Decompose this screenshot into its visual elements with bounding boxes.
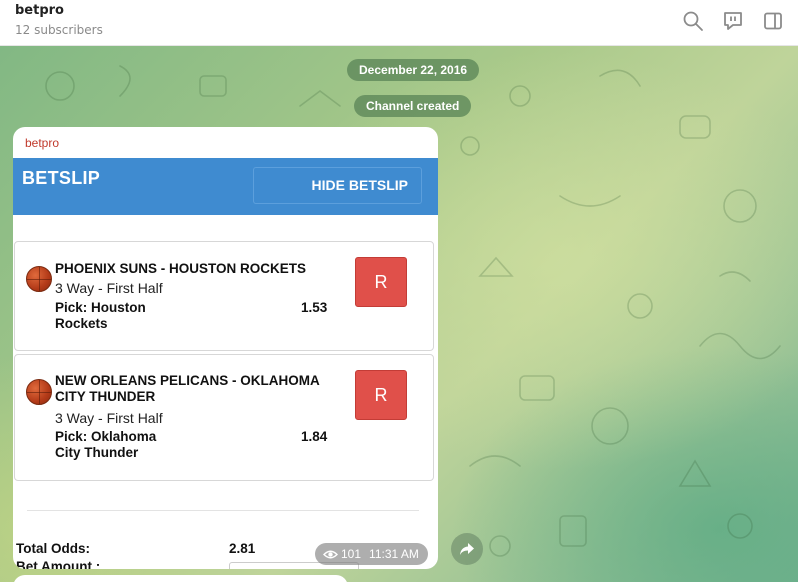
bet-match: NEW ORLEANS PELICANS - OKLAHOMA CITY THU… <box>55 373 320 404</box>
total-odds-label: Total Odds: <box>16 541 90 556</box>
remove-bet-button[interactable]: R <box>355 257 407 307</box>
sidebar-toggle-icon[interactable] <box>762 10 784 32</box>
forward-icon <box>460 543 474 555</box>
channel-header: betpro 12 subscribers <box>0 0 798 46</box>
bet-market: 3 Way - First Half <box>55 410 163 426</box>
bet-pick-line2: Rockets <box>55 316 108 331</box>
bet-pick: Pick: Oklahoma City Thunder <box>55 429 195 461</box>
bet-odds: 1.53 <box>301 300 328 315</box>
next-message-bubble[interactable] <box>13 575 348 582</box>
discussion-icon[interactable] <box>722 10 744 32</box>
share-button[interactable] <box>451 533 483 565</box>
bet-market: 3 Way - First Half <box>55 280 163 296</box>
message-time: 11:31 AM <box>369 547 419 561</box>
basketball-icon <box>26 379 52 405</box>
total-odds-value: 2.81 <box>229 541 256 556</box>
subscriber-count: 12 subscribers <box>15 23 103 37</box>
bet-pick-line1: Pick: Oklahoma <box>55 429 157 444</box>
bet-amount-label: Bet Amount : <box>16 559 101 569</box>
message-bubble[interactable]: betpro BETSLIP HIDE BETSLIP PHOENIX SUNS… <box>13 127 438 569</box>
hide-betslip-button[interactable]: HIDE BETSLIP <box>253 167 422 204</box>
bet-pick: Pick: Houston Rockets <box>55 300 195 332</box>
message-sender[interactable]: betpro <box>25 136 59 150</box>
betslip-header: BETSLIP HIDE BETSLIP <box>13 158 438 215</box>
bet-card: NEW ORLEANS PELICANS - OKLAHOMA CITY THU… <box>14 354 434 481</box>
bet-card: PHOENIX SUNS - HOUSTON ROCKETS 3 Way - F… <box>14 241 434 351</box>
bet-pick-line1: Pick: Houston <box>55 300 146 315</box>
views-icon <box>323 545 338 567</box>
bet-odds: 1.84 <box>301 429 328 444</box>
service-message: Channel created <box>354 95 472 117</box>
message-meta: 101 11:31 AM <box>315 543 428 565</box>
date-separator: December 22, 2016 <box>347 59 480 81</box>
divider <box>27 510 419 511</box>
channel-name[interactable]: betpro <box>15 3 64 18</box>
betslip-title: BETSLIP <box>22 168 101 188</box>
bet-pick-line2: City Thunder <box>55 445 139 460</box>
chat-area[interactable]: December 22, 2016 Channel created betpro… <box>0 46 798 582</box>
bet-match: PHOENIX SUNS - HOUSTON ROCKETS <box>55 261 307 276</box>
basketball-icon <box>26 266 52 292</box>
search-icon[interactable] <box>682 10 704 32</box>
view-count: 101 <box>341 547 362 561</box>
remove-bet-button[interactable]: R <box>355 370 407 420</box>
